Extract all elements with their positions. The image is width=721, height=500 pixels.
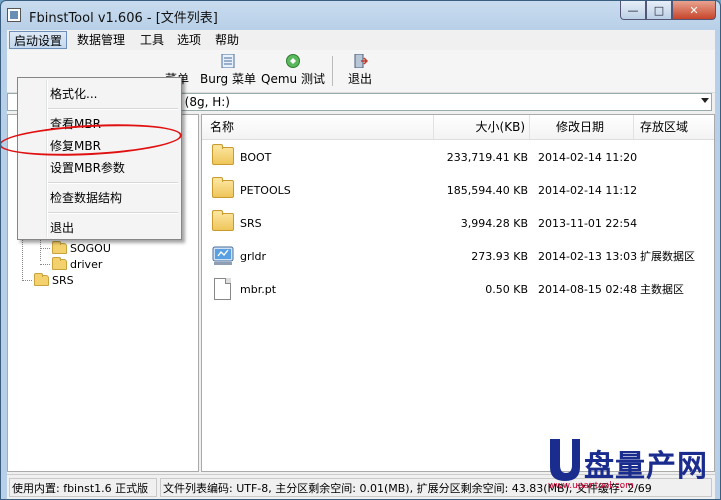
- tree-connector: [22, 280, 32, 281]
- file-size: 0.50 KB: [485, 283, 528, 296]
- file-size: 3,994.28 KB: [460, 217, 528, 230]
- menu-separator: [48, 108, 178, 110]
- file-list: 名称 大小(KB) 修改日期 存放区域 BOOT 233,719.41 KB 2…: [201, 114, 715, 472]
- file-icon: [214, 278, 231, 300]
- client-area: 启动设置 数据管理 工具 选项 帮助 菜单 Burg 菜单: [1, 30, 715, 499]
- qemu-test-icon: [286, 54, 300, 68]
- program-icon: [212, 246, 234, 265]
- tree-node-label: SRS: [52, 274, 74, 287]
- file-name: grldr: [240, 250, 267, 263]
- menu-item-mbr-params[interactable]: 设置MBR参数: [50, 159, 125, 176]
- file-date: 2014-02-14 11:12: [538, 184, 638, 197]
- tree-node-srs[interactable]: SRS: [34, 273, 74, 287]
- folder-icon: [212, 144, 234, 165]
- watermark-text: 盘量产网: [584, 449, 708, 484]
- file-date: 2014-08-15 02:48: [538, 283, 638, 296]
- menu-item-format[interactable]: 格式化...: [50, 85, 97, 102]
- qemu-test-button[interactable]: Qemu 测试: [260, 54, 326, 88]
- folder-icon: [52, 241, 67, 254]
- folder-icon: [212, 210, 234, 231]
- folder-icon: [52, 257, 67, 270]
- burg-menu-button[interactable]: Burg 菜单: [200, 54, 256, 88]
- list-header: 名称 大小(KB) 修改日期 存放区域: [202, 115, 714, 140]
- status-version: 使用内置: fbinst1.6 正式版: [9, 478, 157, 497]
- file-name: SRS: [240, 217, 262, 230]
- file-date: 2013-11-01 22:54: [538, 217, 638, 230]
- tree-node-label: driver: [70, 258, 103, 271]
- menu-options[interactable]: 选项: [173, 31, 205, 49]
- table-row[interactable]: SRS 3,994.28 KB 2013-11-01 22:54: [202, 207, 714, 240]
- chevron-down-icon[interactable]: [701, 98, 709, 103]
- file-date: 2014-02-14 11:20: [538, 151, 638, 164]
- table-row[interactable]: BOOT 233,719.41 KB 2014-02-14 11:20: [202, 141, 714, 174]
- menu-tools[interactable]: 工具: [136, 31, 168, 49]
- file-area: 扩展数据区: [640, 250, 695, 263]
- menu-help[interactable]: 帮助: [211, 31, 243, 49]
- column-header-name[interactable]: 名称: [202, 115, 434, 139]
- qemu-test-label: Qemu 测试: [261, 72, 325, 86]
- window-controls: — □ ✕: [620, 1, 716, 21]
- file-name: BOOT: [240, 151, 272, 164]
- toolbar-separator: [332, 56, 333, 86]
- boot-settings-menu: 格式化... 查看MBR 修复MBR 设置MBR参数 检查数据结构 退出: [17, 77, 182, 240]
- folder-icon: [212, 177, 234, 198]
- file-date: 2014-02-13 13:03: [538, 250, 638, 263]
- burg-menu-icon: [221, 54, 235, 68]
- menu-data-management[interactable]: 数据管理: [73, 31, 129, 49]
- menu-separator: [48, 212, 178, 214]
- menu-separator: [48, 182, 178, 184]
- file-size: 185,594.40 KB: [446, 184, 528, 197]
- site-watermark: 盘量产网 www.upantool.com: [546, 437, 716, 497]
- file-name: mbr.pt: [240, 283, 277, 296]
- table-row[interactable]: PETOOLS 185,594.40 KB 2014-02-14 11:12: [202, 174, 714, 207]
- menu-item-exit[interactable]: 退出: [50, 219, 74, 236]
- menu-icon: [169, 54, 185, 68]
- watermark-url: www.upantool.com: [548, 481, 634, 491]
- file-size: 233,719.41 KB: [446, 151, 528, 164]
- tree-connector: [40, 248, 50, 249]
- table-row[interactable]: grldr 273.93 KB 2014-02-13 13:03 扩展数据区: [202, 240, 714, 273]
- title-bar: FbinstTool v1.606 - [文件列表] — □ ✕: [1, 1, 720, 30]
- column-header-size[interactable]: 大小(KB): [434, 115, 530, 139]
- tree-node-sogou[interactable]: SOGOU: [52, 241, 111, 255]
- menu-item-check-structure[interactable]: 检查数据结构: [50, 189, 122, 206]
- app-window: FbinstTool v1.606 - [文件列表] — □ ✕ 启动设置 数据…: [0, 0, 721, 500]
- close-button[interactable]: ✕: [672, 1, 716, 20]
- tree-node-label: SOGOU: [70, 242, 111, 255]
- close-icon: ✕: [689, 3, 699, 17]
- file-size: 273.93 KB: [471, 250, 528, 263]
- app-icon: [7, 8, 21, 22]
- minimize-button[interactable]: —: [620, 1, 646, 20]
- maximize-button[interactable]: □: [646, 1, 672, 20]
- folder-icon: [34, 273, 49, 286]
- menu-bar: 启动设置 数据管理 工具 选项 帮助: [7, 30, 715, 50]
- exit-label: 退出: [347, 72, 372, 86]
- file-area: 主数据区: [640, 283, 684, 296]
- menu-boot-settings[interactable]: 启动设置: [9, 31, 68, 49]
- tree-node-driver[interactable]: driver: [52, 257, 103, 271]
- window-title: FbinstTool v1.606 - [文件列表]: [29, 11, 218, 26]
- file-name: PETOOLS: [240, 184, 291, 197]
- exit-button[interactable]: 退出: [340, 54, 380, 88]
- column-header-area[interactable]: 存放区域: [634, 115, 714, 139]
- minimize-icon: —: [627, 3, 639, 17]
- watermark-logo: [550, 439, 580, 481]
- burg-menu-label: Burg 菜单: [200, 72, 256, 86]
- exit-icon: [354, 54, 368, 68]
- tree-connector: [40, 264, 50, 265]
- table-row[interactable]: mbr.pt 0.50 KB 2014-08-15 02:48 主数据区: [202, 273, 714, 306]
- column-header-date[interactable]: 修改日期: [530, 115, 634, 139]
- maximize-icon: □: [653, 3, 665, 17]
